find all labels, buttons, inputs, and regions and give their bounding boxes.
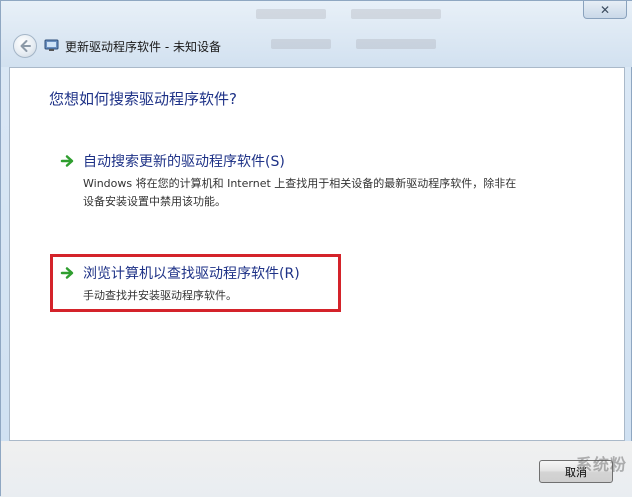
option-browse-computer[interactable]: 浏览计算机以查找驱动程序软件(R) 手动查找并安装驱动程序软件。 [60,263,340,307]
green-arrow-icon [60,267,74,279]
window-title: 更新驱动程序软件 - 未知设备 [65,40,221,54]
close-icon: ✕ [599,2,611,17]
device-manager-icon [44,39,59,51]
option-browse-computer-title: 浏览计算机以查找驱动程序软件(R) [83,266,300,282]
background-blur [351,9,441,19]
title-bar: ✕ 更新驱动程序软件 - 未知设备 [1,1,632,67]
back-button[interactable] [13,34,37,58]
background-blur [356,39,436,49]
back-arrow-icon [20,40,31,52]
cancel-button[interactable]: 取消 [539,460,613,483]
option-auto-search-title: 自动搜索更新的驱动程序软件(S) [83,154,285,170]
green-arrow-icon [60,155,74,167]
option-browse-computer-description: 手动查找并安装驱动程序软件。 [83,289,237,302]
option-auto-search-description: Windows 将在您的计算机和 Internet 上查找用于相关设备的最新驱动… [83,177,517,208]
content-panel: 您想如何搜索驱动程序软件? 自动搜索更新的驱动程序软件(S) Windows 将… [9,67,625,441]
option-auto-search[interactable]: 自动搜索更新的驱动程序软件(S) Windows 将在您的计算机和 Intern… [60,151,520,211]
dialog-window: ✕ 更新驱动程序软件 - 未知设备 您想如何搜索驱动程序软件? 自动搜索更新的驱… [0,0,632,497]
background-blur [271,39,331,49]
footer-bar: 取消 系统粉 [1,441,632,497]
background-blur [256,9,326,19]
close-button[interactable]: ✕ [583,1,627,19]
page-heading: 您想如何搜索驱动程序软件? [49,90,237,108]
